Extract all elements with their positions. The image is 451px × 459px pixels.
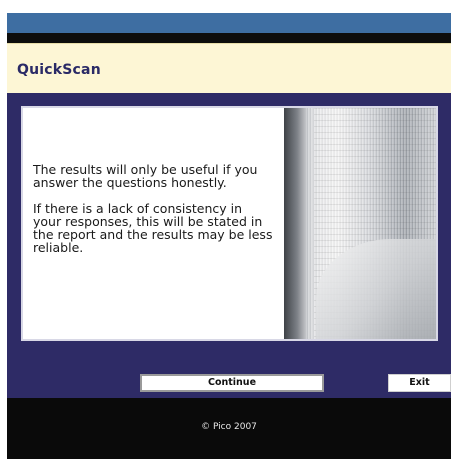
app-header: QuickScan — [7, 43, 451, 94]
main-panel: The results will only be useful if you a… — [7, 93, 451, 398]
book-spine — [284, 108, 306, 339]
title-separator — [7, 33, 451, 43]
content-card: The results will only be useful if you a… — [21, 106, 438, 341]
continue-button[interactable]: Continue — [140, 374, 324, 392]
copyright-text: © Pico 2007 — [201, 422, 257, 432]
open-book-photo — [284, 108, 436, 339]
app-title: QuickScan — [17, 62, 101, 78]
instruction-message: The results will only be useful if you a… — [33, 163, 273, 267]
message-paragraph-1: The results will only be useful if you a… — [33, 162, 258, 190]
exit-button[interactable]: Exit — [388, 374, 451, 392]
window-title-bar — [7, 13, 451, 33]
message-paragraph-2: If there is a lack of consistency in you… — [33, 201, 273, 255]
app-window: QuickScan The results will only be usefu… — [0, 0, 451, 459]
button-row: Continue Exit — [7, 372, 451, 398]
footer: © Pico 2007 — [7, 398, 451, 459]
